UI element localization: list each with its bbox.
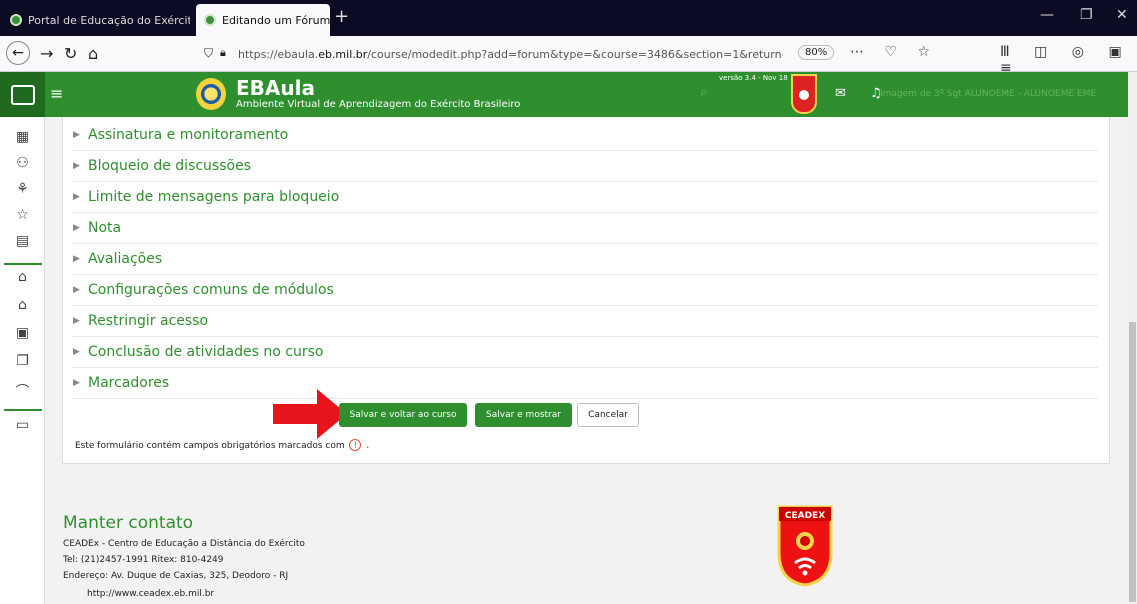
required-text: Este formulário contém campos obrigatóri… <box>75 441 345 451</box>
close-window-icon[interactable]: ✕ <box>1116 7 1128 23</box>
files-icon[interactable]: ❐ <box>0 353 45 369</box>
menu-toggle-icon[interactable]: ≡ <box>50 84 63 103</box>
footer-line: Tel: (21)2457-1991 Ritex: 810-4249 <box>63 555 224 565</box>
participants-icon[interactable]: ⚇ <box>0 155 45 171</box>
url-path: /course/modedit.php?add=forum&type=&cour… <box>367 47 783 61</box>
folder-icon[interactable]: ▭ <box>0 417 45 433</box>
main-content: ▶ Assinatura e monitoramento ▶ Bloqueio de… <box>45 117 1128 604</box>
save-show-button[interactable]: Salvar e mostrar <box>475 403 572 427</box>
section-restringir[interactable]: ▶ Restringir acesso <box>73 306 1098 337</box>
courses-icon[interactable]: ⌒ <box>0 381 45 401</box>
star-icon[interactable]: ☆ <box>0 207 45 223</box>
url-prefix: https://ebaula. <box>238 47 319 61</box>
favicon-icon <box>10 14 22 26</box>
dashboard-icon[interactable]: ▦ <box>0 129 45 145</box>
search-icon[interactable]: ⌕ <box>700 84 708 100</box>
expand-icon: ▶ <box>73 254 80 264</box>
app-header: ≡ EBAula Ambiente Virtual de Aprendizage… <box>0 72 1128 117</box>
lock-icon[interactable]: 🔒︎ <box>220 46 226 60</box>
cancel-button[interactable]: Cancelar <box>577 403 639 427</box>
navigation-toolbar: ← → ↻ ⌂ ⛉ 🔒︎ https://ebaula. eb.mil.br/co… <box>0 36 1137 76</box>
reload-icon[interactable]: ↻ <box>64 44 77 63</box>
section-label: Avaliações <box>88 251 163 267</box>
badges-icon[interactable]: ⚘ <box>0 181 45 197</box>
footer-line: Endereço: Av. Duque de Caxias, 325, Deod… <box>63 571 289 581</box>
tab-label: Editando um Fórum <box>222 13 330 27</box>
footer-link[interactable]: http://www.ceadex.eb.mil.br <box>87 589 214 599</box>
section-label: Nota <box>88 220 122 236</box>
favicon-icon <box>204 14 216 26</box>
expand-icon: ▶ <box>73 130 80 140</box>
expand-icon: ▶ <box>73 378 80 388</box>
version-label: versão 3.4 - Nov 18 <box>719 74 788 82</box>
page-footer: Manter contato CEADEx - Centro de Educaç… <box>45 483 1128 604</box>
section-marcadores[interactable]: ▶ Marcadores <box>73 368 1098 399</box>
shield-tracking-icon[interactable]: ⛉ <box>204 46 213 61</box>
form-card: ▶ Assinatura e monitoramento ▶ Bloqueio de… <box>62 117 1110 464</box>
section-label: Marcadores <box>88 375 170 391</box>
expand-icon: ▶ <box>73 285 80 295</box>
scrollbar-thumb[interactable] <box>1129 322 1136 602</box>
back-icon[interactable]: ← <box>6 41 30 65</box>
tab-editando-forum[interactable]: Editando um Fórum ✕ <box>196 4 330 36</box>
expand-icon: ▶ <box>73 347 80 357</box>
section-assinatura[interactable]: ▶ Assinatura e monitoramento <box>73 120 1098 151</box>
section-label: Bloqueio de discussões <box>88 158 251 174</box>
nav-divider <box>4 409 42 411</box>
footer-line: CEADEx - Centro de Educação a Distância … <box>63 539 305 549</box>
section-label: Conclusão de atividades no curso <box>88 344 324 360</box>
browser-tab-bar: Portal de Educação do Exército ✕ Editand… <box>0 0 1137 36</box>
section-limite[interactable]: ▶ Limite de mensagens para bloqueio <box>73 182 1098 213</box>
nav-divider <box>4 263 42 265</box>
section-nota[interactable]: ▶ Nota <box>73 213 1098 244</box>
save-return-button[interactable]: Salvar e voltar ao curso <box>339 403 467 427</box>
section-label: Configurações comuns de módulos <box>88 282 334 298</box>
section-label: Limite de mensagens para bloqueio <box>88 189 340 205</box>
brand-subtitle: Ambiente Virtual de Aprendizagem do Exér… <box>236 99 521 110</box>
expand-icon: ▶ <box>73 161 80 171</box>
red-arrow-icon <box>273 389 347 439</box>
required-icon: ! <box>349 439 362 451</box>
section-bloqueio[interactable]: ▶ Bloqueio de discussões <box>73 151 1098 182</box>
footer-title: Manter contato <box>63 513 194 533</box>
site-logo-icon[interactable] <box>0 72 45 117</box>
url-domain: eb.mil.br <box>318 47 368 61</box>
section-conclusao[interactable]: ▶ Conclusão de atividades no curso <box>73 337 1098 368</box>
page-actions[interactable]: ⋯ ♡ ☆ <box>850 44 938 60</box>
brand-title[interactable]: EBAula <box>236 76 315 100</box>
section-avaliacoes[interactable]: ▶ Avaliações <box>73 244 1098 275</box>
home-icon[interactable]: ⌂ <box>0 269 45 285</box>
user-menu[interactable]: Imagem de 3º Sgt ALUNOEME - ALUNOEME EME <box>880 89 1096 99</box>
section-label: Assinatura e monitoramento <box>88 127 289 143</box>
minimize-icon[interactable]: — <box>1040 7 1054 23</box>
scrollbar[interactable] <box>1128 72 1137 604</box>
ceadex-shield-icon <box>791 74 817 114</box>
calendar-icon[interactable]: ▣ <box>0 325 45 341</box>
ceadex-logo: CEADEX <box>777 505 833 587</box>
side-navigation: ▦ ⚇ ⚘ ☆ ▤ ⌂ ⌂ ▣ ❐ ⌒ ▭ <box>0 117 45 604</box>
grades-icon[interactable]: ▤ <box>0 233 45 249</box>
address-bar[interactable]: https://ebaula. eb.mil.br/course/modedit.… <box>238 43 783 65</box>
required-suffix: . <box>366 441 370 451</box>
army-crest-icon <box>196 78 226 110</box>
restore-icon[interactable]: ❐ <box>1080 7 1093 23</box>
section-configuracoes[interactable]: ▶ Configurações comuns de módulos <box>73 275 1098 306</box>
expand-icon: ▶ <box>73 223 80 233</box>
tab-label: Portal de Educação do Exército <box>28 13 190 27</box>
forward-icon[interactable]: → <box>40 44 53 63</box>
expand-icon: ▶ <box>73 316 80 326</box>
required-note: Este formulário contém campos obrigatóri… <box>75 439 369 451</box>
home-icon[interactable]: ⌂ <box>88 44 98 63</box>
new-tab-button[interactable]: + <box>334 6 349 27</box>
site-home-icon[interactable]: ⌂ <box>0 297 45 313</box>
tab-portal[interactable]: Portal de Educação do Exército ✕ <box>2 4 190 36</box>
section-label: Restringir acesso <box>88 313 209 329</box>
expand-icon: ▶ <box>73 192 80 202</box>
zoom-level[interactable]: 80% <box>798 45 835 60</box>
svg-text:CEADEX: CEADEX <box>785 511 825 521</box>
